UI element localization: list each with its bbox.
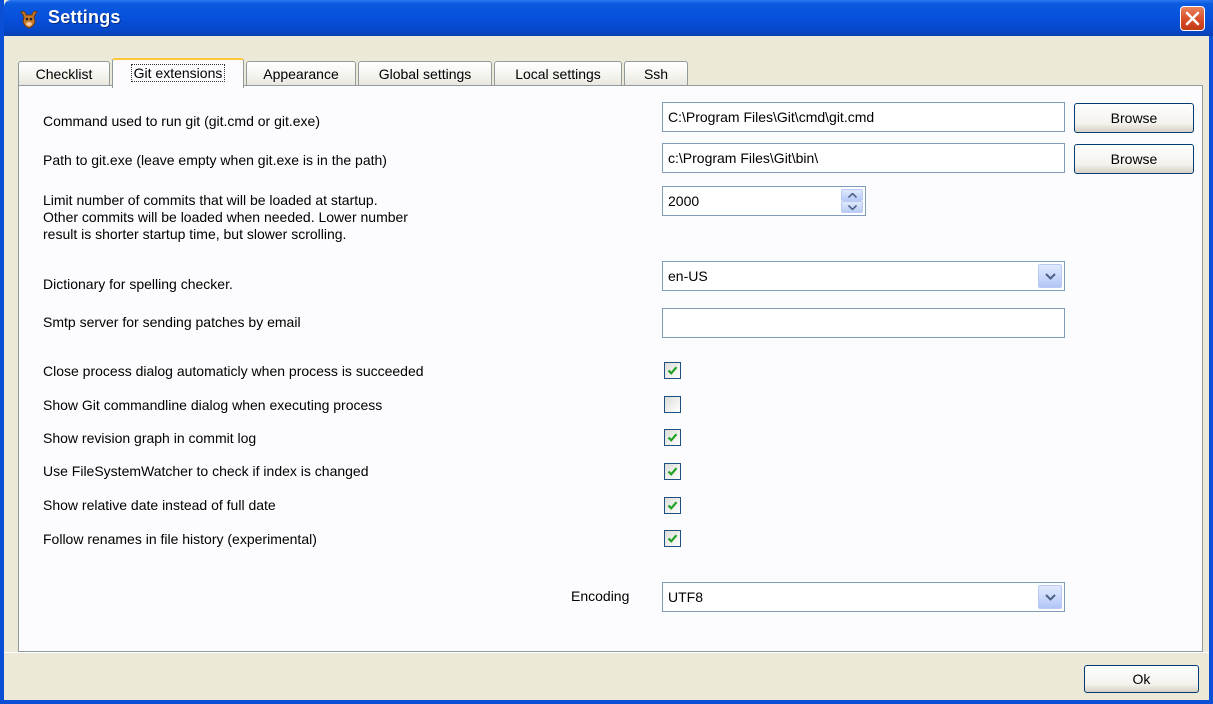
commit-limit-value: 2000 — [668, 193, 700, 209]
checkmark-icon — [667, 366, 678, 375]
checkmark-icon — [667, 501, 678, 510]
settings-window: Settings Checklist Git extensions Appear… — [0, 0, 1213, 704]
git-path-browse-button[interactable]: Browse — [1074, 144, 1194, 174]
show-cmdline-label: Show Git commandline dialog when executi… — [43, 397, 383, 413]
git-command-browse-button[interactable]: Browse — [1074, 103, 1194, 133]
filesystemwatcher-label: Use FileSystemWatcher to check if index … — [43, 463, 369, 479]
dictionary-value: en-US — [668, 268, 708, 284]
show-cmdline-checkbox[interactable] — [664, 396, 681, 413]
revision-graph-checkbox[interactable] — [664, 429, 681, 446]
follow-renames-label: Follow renames in file history (experime… — [43, 531, 317, 547]
tab-checklist[interactable]: Checklist — [18, 61, 110, 86]
checkmark-icon — [667, 433, 678, 442]
chevron-down-icon — [1045, 273, 1056, 280]
relative-date-label: Show relative date instead of full date — [43, 497, 276, 513]
encoding-value: UTF8 — [668, 589, 703, 605]
tab-appearance[interactable]: Appearance — [246, 61, 356, 86]
close-button[interactable] — [1180, 6, 1205, 31]
chevron-up-icon — [848, 193, 857, 198]
git-command-input[interactable]: C:\Program Files\Git\cmd\git.cmd — [662, 102, 1065, 132]
close-icon — [1185, 11, 1200, 26]
encoding-select[interactable]: UTF8 — [662, 582, 1065, 612]
chevron-down-icon — [1045, 594, 1056, 601]
dictionary-dropdown-button[interactable] — [1038, 264, 1062, 288]
spin-up-button[interactable] — [841, 189, 863, 201]
spin-down-button[interactable] — [841, 201, 863, 213]
relative-date-checkbox[interactable] — [664, 497, 681, 514]
commit-limit-label-line-3: result is shorter startup time, but slow… — [43, 226, 347, 242]
commit-limit-spin — [841, 189, 863, 213]
commit-limit-stepper[interactable]: 2000 — [662, 186, 866, 216]
window-title: Settings — [48, 7, 121, 27]
close-dialog-label: Close process dialog automaticly when pr… — [43, 363, 424, 379]
chevron-down-icon — [848, 205, 857, 210]
git-command-label: Command used to run git (git.cmd or git.… — [43, 113, 321, 129]
ok-button[interactable]: Ok — [1084, 665, 1199, 693]
filesystemwatcher-checkbox[interactable] — [664, 463, 681, 480]
tab-global-settings[interactable]: Global settings — [358, 61, 492, 86]
title-bar[interactable]: Settings — [4, 0, 1213, 36]
commit-limit-label-line-1: Limit number of commits that will be loa… — [43, 192, 378, 208]
checkmark-icon — [667, 467, 678, 476]
footer-divider — [4, 652, 1209, 653]
tab-ssh[interactable]: Ssh — [624, 61, 688, 86]
commit-limit-label-line-2: Other commits will be loaded when needed… — [43, 209, 408, 225]
checkmark-icon — [667, 534, 678, 543]
tab-local-settings[interactable]: Local settings — [494, 61, 622, 86]
git-path-label: Path to git.exe (leave empty when git.ex… — [43, 152, 387, 168]
app-logo-icon — [20, 10, 38, 29]
git-path-input[interactable]: c:\Program Files\Git\bin\ — [662, 143, 1065, 173]
encoding-dropdown-button[interactable] — [1038, 585, 1062, 609]
revision-graph-label: Show revision graph in commit log — [43, 430, 257, 446]
follow-renames-checkbox[interactable] — [664, 530, 681, 547]
smtp-input[interactable] — [662, 308, 1065, 338]
git-extensions-panel: Command used to run git (git.cmd or git.… — [18, 85, 1203, 652]
dictionary-label: Dictionary for spelling checker. — [43, 276, 233, 292]
tab-git-extensions[interactable]: Git extensions — [112, 58, 244, 88]
dictionary-select[interactable]: en-US — [662, 261, 1065, 291]
smtp-label: Smtp server for sending patches by email — [43, 314, 301, 330]
close-dialog-checkbox[interactable] — [664, 362, 681, 379]
encoding-label: Encoding — [571, 588, 630, 604]
